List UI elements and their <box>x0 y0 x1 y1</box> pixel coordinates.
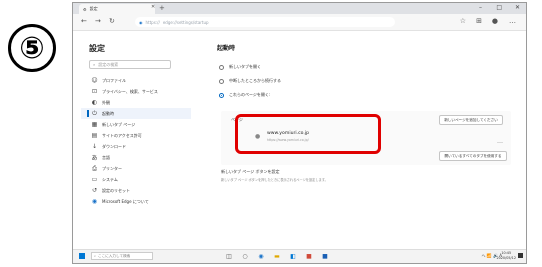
edge-icon: ◉ <box>91 198 98 205</box>
printer-icon: ⎙ <box>92 164 97 172</box>
reset-icon: ↺ <box>91 187 98 194</box>
title-bar: ⚙ 設定 ✕ + – □ ✕ <box>73 3 526 14</box>
sidebar-item-downloads[interactable]: ↓ ダウンロード <box>81 141 191 152</box>
option-open-pages[interactable]: これらのページを開く: <box>213 88 513 102</box>
clock[interactable]: 10:45 2020/05/12 <box>496 251 516 261</box>
tab-title: 設定 <box>89 6 98 11</box>
sidebar-item-new-tab[interactable]: ▦ 新しいタブ ページ <box>81 119 191 130</box>
sidebar-item-privacy[interactable]: ⊡ プライバシー、検索、サービス <box>81 86 191 97</box>
collections-icon[interactable]: ⊞ <box>476 17 482 25</box>
close-window-icon[interactable]: ✕ <box>515 4 520 11</box>
new-tab-button-setting: 新しいタブ ページ ボタンを設定 新しいタブ ページ ボタンを押したときに表示さ… <box>221 169 421 182</box>
sidebar-item-label: プロファイル <box>102 77 126 83</box>
settings-main: 起動時 新しいタブを開く 中断したところから続行する これらのページを開く: <box>213 35 513 102</box>
refresh-icon[interactable]: ↻ <box>109 17 115 25</box>
newtab-icon: ▦ <box>91 121 98 128</box>
sidebar-item-printers[interactable]: ⎙ プリンター <box>81 163 191 174</box>
explorer-icon[interactable]: ▬ <box>273 252 281 260</box>
edge-icon: ◉ <box>139 19 143 25</box>
address-input[interactable]: ◉ https:// edge://settings/startup <box>135 17 395 27</box>
back-icon[interactable]: ← <box>81 17 87 25</box>
use-open-tabs-button[interactable]: 開いているすべてのタブを使用する <box>439 151 507 161</box>
sidebar-item-label: 起動時 <box>102 110 114 116</box>
store-icon[interactable]: ◧ <box>289 252 297 260</box>
search-placeholder: 設定の検索 <box>98 61 119 67</box>
browser-window: ⚙ 設定 ✕ + – □ ✕ ← → ↻ ◉ https:// edge://s… <box>72 2 527 264</box>
taskbar: ⌕ ここに入力して検索 ◫ ○ ◉ ▬ ◧ ■ ■ へ 📶 🔊 A 10:45 … <box>73 249 526 263</box>
forward-icon[interactable]: → <box>95 17 101 25</box>
office-icon[interactable]: ■ <box>305 252 313 260</box>
note-title: 新しいタブ ページ ボタンを設定 <box>221 169 280 174</box>
option-label: これらのページを開く: <box>229 92 271 97</box>
sidebar-item-label: サイトのアクセス許可 <box>102 132 142 138</box>
sidebar-item-startup[interactable]: ⏻ 起動時 <box>81 108 191 119</box>
sidebar-item-appearance[interactable]: ◐ 外観 <box>81 97 191 108</box>
sidebar-item-label: 言語 <box>102 154 110 160</box>
palette-icon: ◐ <box>91 99 98 106</box>
add-page-button[interactable]: 新しいページを追加してください <box>439 115 503 125</box>
notification-icon[interactable] <box>518 253 523 258</box>
close-tab-icon[interactable]: ✕ <box>151 4 155 10</box>
option-label: 新しいタブを開く <box>229 64 261 69</box>
search-icon: ⌕ <box>93 62 96 67</box>
permissions-icon: ▤ <box>91 132 98 139</box>
minimize-icon[interactable]: – <box>479 4 482 11</box>
section-title: 起動時 <box>217 45 236 52</box>
edge-taskbar-icon[interactable]: ◉ <box>257 252 265 260</box>
option-label: 中断したところから続行する <box>229 78 281 83</box>
cortana-icon[interactable]: ○ <box>241 252 249 260</box>
maximize-icon[interactable]: □ <box>496 4 502 11</box>
gear-icon: ⚙ <box>83 6 87 12</box>
language-icon: あ <box>91 155 98 162</box>
sidebar-item-label: システム <box>102 176 118 182</box>
clock-date: 2020/05/12 <box>496 256 516 260</box>
sidebar-item-languages[interactable]: あ 言語 <box>81 152 191 163</box>
radio-button-selected[interactable] <box>219 92 224 98</box>
sidebar-item-system[interactable]: ▭ システム <box>81 174 191 185</box>
sidebar-item-label: 外観 <box>102 99 110 105</box>
profile-icon[interactable]: ● <box>492 17 498 25</box>
address-path: edge://settings/startup <box>162 19 209 25</box>
step-number: ⑤ <box>8 24 56 72</box>
highlight-box <box>235 114 381 154</box>
sidebar-item-profile[interactable]: ☺ プロファイル <box>81 75 191 86</box>
download-icon: ↓ <box>91 143 98 150</box>
taskbar-search-input[interactable]: ⌕ ここに入力して検索 <box>91 252 153 260</box>
address-bar-row: ← → ↻ ◉ https:// edge://settings/startup… <box>73 14 526 31</box>
address-prefix: https:// <box>145 19 160 25</box>
sidebar-item-site-permissions[interactable]: ▤ サイトのアクセス許可 <box>81 130 191 141</box>
more-menu-icon[interactable]: … <box>509 17 516 25</box>
option-new-tab[interactable]: 新しいタブを開く <box>213 60 513 74</box>
sidebar-item-about[interactable]: ◉ Microsoft Edge について <box>81 196 191 207</box>
sidebar-item-label: プリンター <box>102 165 122 171</box>
search-icon: ⌕ <box>94 254 97 258</box>
power-icon: ⏻ <box>92 109 97 117</box>
sidebar-item-label: 新しいタブ ページ <box>102 121 136 127</box>
radio-button[interactable] <box>219 64 224 70</box>
windows-start-icon[interactable] <box>79 253 85 259</box>
settings-sidebar: 設定 ⌕ 設定の検索 ☺ プロファイル ⊡ プライバシー、検索、サービス ◐ 外… <box>81 35 191 207</box>
note-body: 新しいタブ ページ ボタンを押したときに表示されるページを設定します。 <box>221 178 328 182</box>
system-icon: ▭ <box>91 176 98 183</box>
lock-icon: ⊡ <box>91 88 98 95</box>
option-continue[interactable]: 中断したところから続行する <box>213 74 513 88</box>
taskbar-search-placeholder: ここに入力して検索 <box>98 253 131 258</box>
new-tab-icon[interactable]: + <box>159 4 165 12</box>
sidebar-item-label: 設定のリセット <box>102 187 130 193</box>
sidebar-item-label: Microsoft Edge について <box>102 198 149 204</box>
sidebar-item-label: ダウンロード <box>102 143 126 149</box>
task-view-icon[interactable]: ◫ <box>225 252 233 260</box>
sidebar-title: 設定 <box>89 44 105 53</box>
sidebar-item-label: プライバシー、検索、サービス <box>102 88 158 94</box>
more-options-icon[interactable]: … <box>497 138 503 145</box>
person-icon: ☺ <box>91 77 98 84</box>
settings-search-input[interactable]: ⌕ 設定の検索 <box>89 60 171 69</box>
favorite-icon[interactable]: ☆ <box>460 17 466 25</box>
browser-tab[interactable]: ⚙ 設定 <box>79 4 155 14</box>
radio-button[interactable] <box>219 78 224 84</box>
mail-icon[interactable]: ■ <box>321 252 329 260</box>
sidebar-item-reset[interactable]: ↺ 設定のリセット <box>81 185 191 196</box>
